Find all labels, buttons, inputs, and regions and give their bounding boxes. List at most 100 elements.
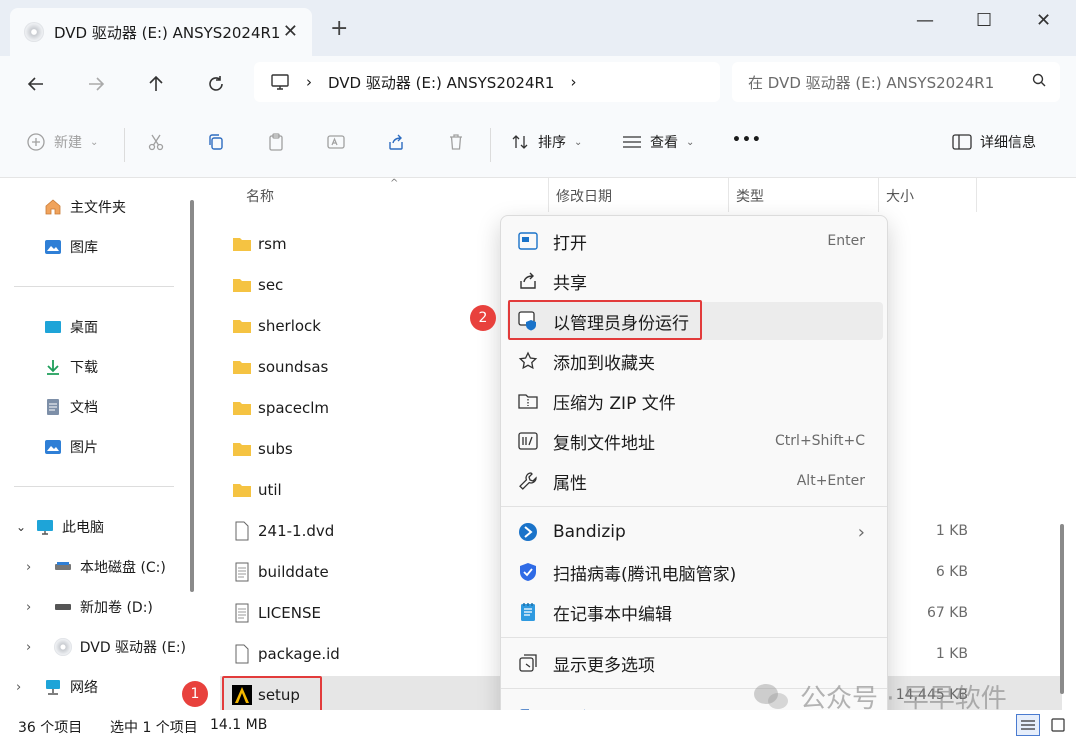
menu-item-share[interactable]: 共享 — [507, 262, 883, 300]
column-header-name[interactable]: 名称 — [246, 186, 274, 206]
menu-item-compress-zip[interactable]: 压缩为 ZIP 文件 — [507, 382, 883, 420]
details-pane-button[interactable]: 详细信息 — [952, 132, 1036, 152]
breadcrumb-chevron-icon[interactable]: › — [570, 73, 576, 91]
explorer-tab[interactable]: DVD 驱动器 (E:) ANSYS2024R1 ✕ — [10, 8, 312, 56]
chevron-down-icon: ⌄ — [574, 136, 583, 148]
sidebar-item-drive-d[interactable]: › 新加卷 (D:) — [26, 593, 153, 621]
menu-item-label: 在记事本中编辑 — [553, 604, 672, 625]
tiles-view-button[interactable] — [1046, 714, 1070, 736]
selection-count: 选中 1 个项目 — [110, 720, 198, 736]
new-button[interactable]: 新建 ⌄ — [26, 132, 98, 152]
zip-folder-icon — [517, 390, 539, 412]
details-label: 详细信息 — [980, 135, 1036, 151]
sidebar-item-drive-e[interactable]: › DVD 驱动器 (E:) — [26, 633, 186, 661]
chevron-right-icon[interactable]: › — [26, 600, 54, 615]
sidebar-scrollbar[interactable] — [190, 200, 194, 592]
arrow-right-icon — [89, 77, 105, 91]
copy-button[interactable] — [206, 132, 226, 152]
menu-divider — [501, 506, 887, 507]
menu-item-more-options[interactable]: 显示更多选项 — [507, 644, 883, 682]
sidebar-item-home[interactable]: 主文件夹 — [44, 193, 126, 221]
chevron-right-icon[interactable]: › — [26, 560, 54, 575]
maximize-button[interactable]: ☐ — [976, 10, 992, 31]
menu-item-add-favorites[interactable]: 添加到收藏夹 — [507, 342, 883, 380]
menu-shortcut: Enter — [827, 233, 865, 249]
picture-icon — [45, 440, 61, 454]
toolbar-divider — [124, 128, 125, 162]
folder-icon — [233, 484, 251, 497]
more-options-icon — [517, 652, 539, 674]
sidebar-item-this-pc[interactable]: ⌄ 此电脑 — [16, 513, 104, 541]
details-view-button[interactable] — [1016, 714, 1040, 736]
refresh-button[interactable] — [200, 68, 232, 100]
file-icon — [235, 521, 249, 541]
file-size: 6 KB — [935, 564, 968, 580]
view-button[interactable]: 查看 ⌄ — [622, 132, 694, 152]
menu-item-bandizip[interactable]: Bandizip › — [507, 513, 883, 551]
download-icon — [47, 360, 59, 375]
chevron-right-icon[interactable]: › — [26, 640, 54, 655]
details-pane-icon — [952, 132, 972, 152]
copy-icon — [206, 132, 226, 152]
back-button[interactable] — [20, 68, 52, 100]
sidebar-item-documents[interactable]: 文档 📌 — [44, 393, 224, 421]
minimize-button[interactable]: — — [916, 10, 934, 31]
paste-button[interactable] — [266, 132, 286, 152]
breadcrumb-chevron-icon[interactable]: › — [306, 73, 312, 91]
sidebar-item-gallery[interactable]: 图库 — [44, 233, 98, 261]
menu-item-virus-scan[interactable]: 扫描病毒(腾讯电脑管家) — [507, 553, 883, 591]
menu-item-label: 复制文件地址 — [553, 433, 655, 454]
menu-item-properties[interactable]: 属性 Alt+Enter — [507, 462, 883, 500]
sidebar-item-label: 图库 — [70, 240, 98, 256]
folder-icon — [233, 279, 251, 292]
sidebar-item-desktop[interactable]: 桌面 📌 — [44, 313, 224, 341]
view-label: 查看 — [650, 135, 678, 151]
menu-item-open[interactable]: 打开 Enter — [507, 222, 883, 260]
chevron-right-icon[interactable]: › — [16, 680, 44, 695]
context-menu: 打开 Enter 共享 以管理员身份运行 添加到收藏夹 压缩为 ZIP 文件 复… — [500, 215, 888, 742]
sidebar-item-label: 桌面 — [70, 320, 98, 336]
drive-icon — [55, 604, 71, 610]
column-header-modified[interactable]: 修改日期 — [556, 186, 612, 206]
menu-item-copy-path[interactable]: 复制文件地址 Ctrl+Shift+C — [507, 422, 883, 460]
refresh-icon — [209, 76, 223, 91]
text-file-icon — [235, 562, 249, 582]
file-name: util — [258, 481, 282, 499]
cut-button[interactable] — [146, 132, 166, 152]
close-window-button[interactable]: ✕ — [1036, 10, 1051, 31]
sidebar-item-drive-c[interactable]: › 本地磁盘 (C:) — [26, 553, 166, 581]
file-name: 241-1.dvd — [258, 522, 335, 540]
sidebar-item-network[interactable]: › 网络 — [16, 673, 98, 701]
tiles-view-icon — [1051, 718, 1065, 732]
sidebar-item-downloads[interactable]: 下载 📌 — [44, 353, 224, 381]
search-box[interactable]: 在 DVD 驱动器 (E:) ANSYS2024R1 — [732, 62, 1060, 102]
close-tab-icon[interactable]: ✕ — [283, 21, 298, 42]
rename-button[interactable] — [326, 132, 346, 152]
menu-item-label: 属性 — [553, 473, 587, 494]
address-path[interactable]: DVD 驱动器 (E:) ANSYS2024R1 — [328, 72, 554, 93]
share-button[interactable] — [386, 132, 406, 152]
up-button[interactable] — [140, 68, 172, 100]
file-name: spaceclm — [258, 399, 330, 417]
column-header-size[interactable]: 大小 — [886, 186, 914, 206]
new-tab-button[interactable]: + — [330, 18, 348, 40]
chevron-down-icon: ⌄ — [686, 136, 695, 148]
address-bar[interactable]: › DVD 驱动器 (E:) ANSYS2024R1 › — [254, 62, 720, 102]
delete-button[interactable] — [446, 132, 466, 152]
forward-button[interactable] — [80, 68, 112, 100]
notepad-icon — [517, 601, 539, 623]
title-bar: DVD 驱动器 (E:) ANSYS2024R1 ✕ + — ☐ ✕ — [0, 0, 1076, 56]
scissors-icon — [146, 132, 166, 152]
more-button[interactable]: ••• — [732, 132, 762, 148]
status-bar: 36 个项目 选中 1 个项目 14.1 MB — [0, 710, 1076, 742]
menu-item-notepad-edit[interactable]: 在记事本中编辑 — [507, 593, 883, 631]
sidebar-item-pictures[interactable]: 图片 📌 — [44, 433, 224, 461]
file-list-scrollbar[interactable] — [1060, 524, 1064, 694]
trash-icon — [446, 132, 466, 152]
open-icon — [517, 230, 539, 252]
chevron-down-icon[interactable]: ⌄ — [16, 520, 36, 534]
sidebar-item-label: 主文件夹 — [70, 200, 126, 216]
column-header-type[interactable]: 类型 — [736, 186, 764, 206]
sort-button[interactable]: 排序 ⌄ — [510, 132, 582, 152]
arrow-left-icon — [27, 77, 43, 91]
